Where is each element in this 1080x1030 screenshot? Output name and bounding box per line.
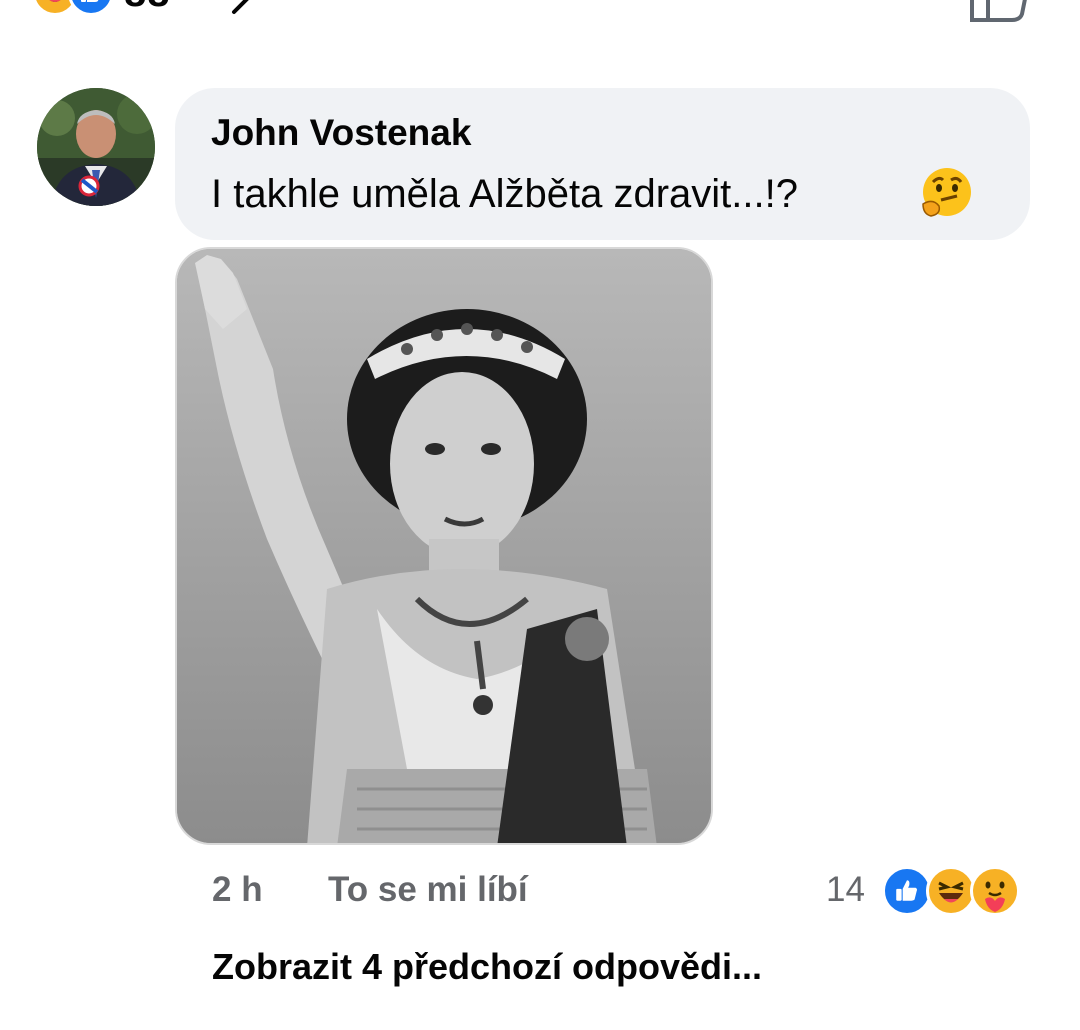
like-button[interactable]: To se mi líbí (328, 870, 528, 910)
comment-photo[interactable] (175, 247, 713, 845)
comment-reactions[interactable] (882, 866, 1020, 916)
post-reaction-count: 88 (124, 0, 171, 16)
comment-bubble[interactable]: John Vostenak I takhle uměla Alžběta zdr… (175, 88, 1030, 240)
post-reactions-summary[interactable]: 88 (32, 0, 171, 16)
view-previous-replies-link[interactable]: Zobrazit 4 předchozí odpovědi... (212, 946, 762, 988)
like-icon (882, 866, 932, 916)
thinking-face-icon (919, 164, 975, 225)
comment-thread: 88 John V (0, 0, 1080, 1030)
comment-reaction-count[interactable]: 14 (826, 870, 865, 910)
comment-actions: 2 h To se mi líbí 14 (0, 866, 1080, 916)
like-icon (68, 0, 114, 16)
comment-author[interactable]: John Vostenak (211, 112, 471, 154)
comment-timestamp[interactable]: 2 h (212, 870, 263, 910)
haha-icon (926, 866, 976, 916)
avatar[interactable] (37, 88, 155, 206)
post-reaction-strip: 88 (0, 0, 1080, 22)
like-outline-icon[interactable] (968, 0, 1034, 27)
chevron-right-icon[interactable] (228, 0, 268, 21)
comment-text: I takhle uměla Alžběta zdravit...!? (211, 172, 798, 216)
care-icon (970, 866, 1020, 916)
